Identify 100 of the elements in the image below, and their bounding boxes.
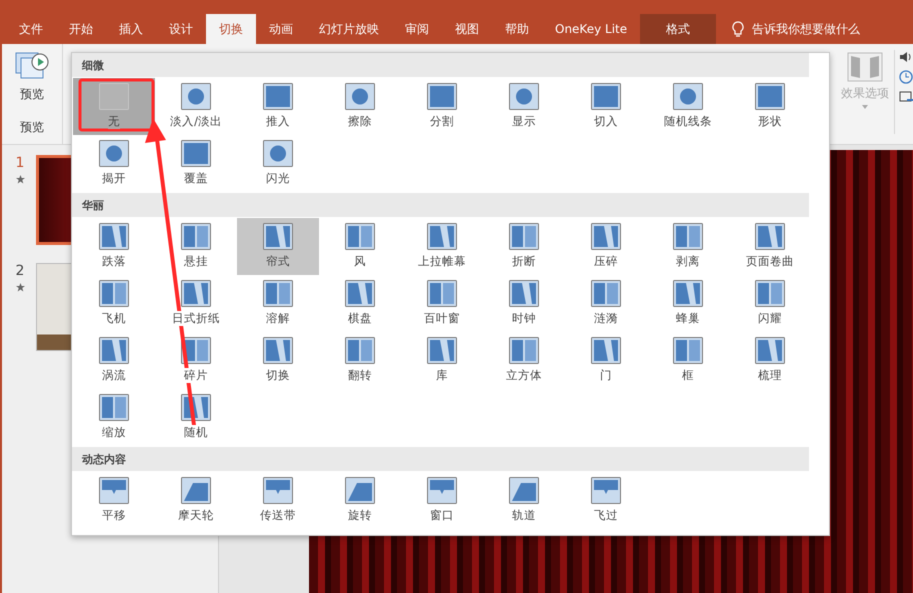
transition-option[interactable]: 随机线条 [647, 78, 729, 135]
transition-thumbnail-icon [345, 83, 375, 110]
ribbon-tab[interactable]: 动画 [256, 14, 306, 44]
transition-option[interactable]: 轨道 [483, 472, 565, 529]
ribbon-tab[interactable]: 帮助 [492, 14, 542, 44]
transition-option[interactable]: 时钟 [483, 275, 565, 332]
transition-option[interactable]: 翻转 [319, 332, 401, 389]
transition-option[interactable]: 棋盘 [319, 275, 401, 332]
clock-icon[interactable] [899, 70, 913, 84]
transition-thumbnail-icon [755, 280, 785, 307]
ribbon-tab[interactable]: OneKey Lite [542, 14, 640, 44]
transition-thumbnail-icon [591, 280, 621, 307]
screen-icon[interactable] [899, 90, 913, 104]
transition-option[interactable]: 日式折纸 [155, 275, 237, 332]
transition-thumbnail-icon [345, 337, 375, 364]
transition-option[interactable]: 闪光 [237, 135, 319, 192]
transition-option[interactable]: 飞过 [565, 472, 647, 529]
transition-thumbnail-icon [263, 140, 293, 167]
transition-thumbnail-icon [263, 223, 293, 250]
ribbon-tab[interactable]: 审阅 [392, 14, 442, 44]
transition-option[interactable]: 旋转 [319, 472, 401, 529]
transition-option[interactable]: 涡流 [73, 332, 155, 389]
transition-thumbnail-icon [181, 140, 211, 167]
transition-option[interactable]: 切入 [565, 78, 647, 135]
transition-option[interactable]: 推入 [237, 78, 319, 135]
transition-option[interactable]: 飞机 [73, 275, 155, 332]
transition-thumbnail-icon [99, 280, 129, 307]
transition-thumbnail-icon [181, 223, 211, 250]
transition-thumbnail-icon [591, 337, 621, 364]
transition-option[interactable]: 框 [647, 332, 729, 389]
transition-thumbnail-icon [591, 83, 621, 110]
transition-thumbnail-icon [755, 337, 785, 364]
transition-thumbnail-icon [509, 337, 539, 364]
transition-thumbnail-icon [99, 477, 129, 504]
transition-thumbnail-icon [427, 83, 457, 110]
transition-option[interactable]: 平移 [73, 472, 155, 529]
transition-thumbnail-icon [99, 394, 129, 421]
transition-option[interactable]: 分割 [401, 78, 483, 135]
transition-thumbnail-icon [427, 280, 457, 307]
transition-option[interactable]: 风 [319, 218, 401, 275]
transition-option[interactable]: 折断 [483, 218, 565, 275]
transition-thumbnail-icon [263, 83, 293, 110]
transition-thumbnail-icon [99, 337, 129, 364]
transition-option[interactable]: 淡入/淡出 [155, 78, 237, 135]
star-icon [16, 283, 24, 292]
transition-thumbnail-icon [509, 83, 539, 110]
star-icon [16, 175, 24, 184]
transition-option[interactable]: 形状 [729, 78, 811, 135]
transition-option[interactable]: 切换 [237, 332, 319, 389]
transition-option[interactable]: 跌落 [73, 218, 155, 275]
transition-thumbnail-icon [99, 83, 129, 110]
preview-button[interactable]: 预览 [15, 52, 49, 103]
transition-option[interactable]: 蜂巢 [647, 275, 729, 332]
transition-option[interactable]: 闪耀 [729, 275, 811, 332]
transition-option[interactable]: 上拉帷幕 [401, 218, 483, 275]
transition-option[interactable]: 传送带 [237, 472, 319, 529]
transition-option[interactable]: 库 [401, 332, 483, 389]
transition-thumbnail-icon [755, 83, 785, 110]
transition-option[interactable]: 悬挂 [155, 218, 237, 275]
section-title: 细微 [82, 58, 104, 72]
ribbon-tab[interactable]: 幻灯片放映 [306, 14, 392, 44]
transition-option[interactable]: 溶解 [237, 275, 319, 332]
transition-option[interactable]: 缩放 [73, 389, 155, 446]
ribbon-tab[interactable]: 插入 [106, 14, 156, 44]
ribbon-tab[interactable]: 视图 [442, 14, 492, 44]
group-label: 预览 [20, 119, 44, 136]
transition-option[interactable]: 门 [565, 332, 647, 389]
transition-option[interactable]: 页面卷曲 [729, 218, 811, 275]
lightbulb-icon [732, 21, 744, 37]
transition-option[interactable]: 摩天轮 [155, 472, 237, 529]
transition-thumbnail-icon [181, 477, 211, 504]
transition-thumbnail-icon [673, 223, 703, 250]
tell-me-field[interactable]: 告诉我你想要做什么 [752, 20, 860, 38]
ribbon-tab[interactable]: 开始 [56, 14, 106, 44]
transition-thumbnail-icon [427, 337, 457, 364]
transition-option[interactable]: 立方体 [483, 332, 565, 389]
transition-option[interactable]: 覆盖 [155, 135, 237, 192]
transition-option[interactable]: 压碎 [565, 218, 647, 275]
ribbon-tab[interactable]: 切换 [206, 14, 256, 44]
transition-option[interactable]: 显示 [483, 78, 565, 135]
transition-option[interactable]: 剥离 [647, 218, 729, 275]
transition-option[interactable]: 帘式 [237, 218, 319, 275]
transition-thumbnail-icon [509, 477, 539, 504]
speaker-icon[interactable] [899, 50, 913, 64]
ribbon-tab[interactable]: 文件 [6, 14, 56, 44]
transition-thumbnail-icon [591, 223, 621, 250]
transition-option[interactable]: 擦除 [319, 78, 401, 135]
transition-option[interactable]: 窗口 [401, 472, 483, 529]
transition-option[interactable]: 百叶窗 [401, 275, 483, 332]
transition-thumbnail-icon [99, 140, 129, 167]
slide-number: 2 [16, 263, 24, 279]
transition-option[interactable]: 揭开 [73, 135, 155, 192]
transition-thumbnail-icon [427, 223, 457, 250]
ribbon-tab[interactable]: 格式 [640, 14, 716, 44]
transition-thumbnail-icon [263, 477, 293, 504]
transition-option[interactable]: 梳理 [729, 332, 811, 389]
ribbon-tab[interactable]: 设计 [156, 14, 206, 44]
caret-icon [862, 105, 868, 109]
transition-thumbnail-icon [755, 223, 785, 250]
transition-option[interactable]: 涟漪 [565, 275, 647, 332]
